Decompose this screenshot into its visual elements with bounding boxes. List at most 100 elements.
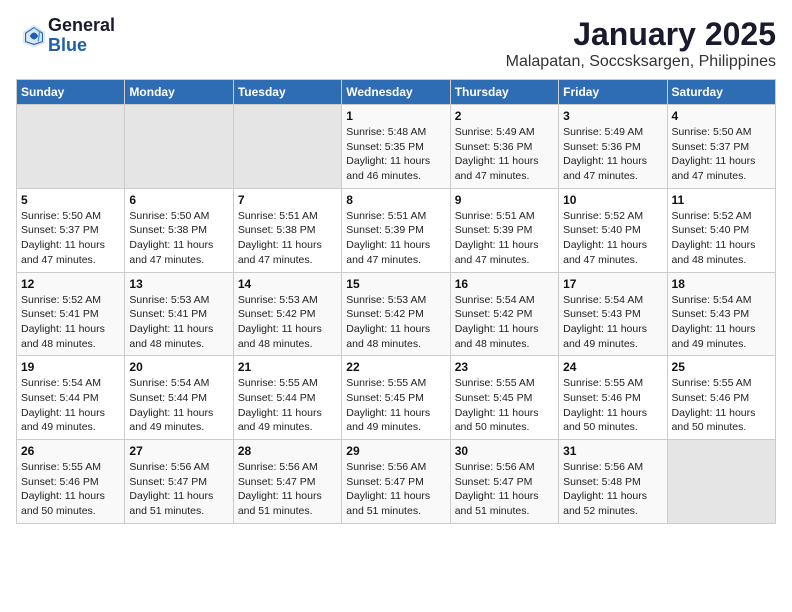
day-info: Sunrise: 5:54 AMSunset: 5:42 PMDaylight:… bbox=[455, 293, 554, 352]
calendar-header: SundayMondayTuesdayWednesdayThursdayFrid… bbox=[17, 80, 776, 105]
calendar-table: SundayMondayTuesdayWednesdayThursdayFrid… bbox=[16, 79, 776, 524]
header-cell-wednesday: Wednesday bbox=[342, 80, 450, 105]
day-number: 27 bbox=[129, 444, 228, 458]
day-info: Sunrise: 5:52 AMSunset: 5:41 PMDaylight:… bbox=[21, 293, 120, 352]
day-cell: 16 Sunrise: 5:54 AMSunset: 5:42 PMDayligh… bbox=[450, 272, 558, 356]
day-cell: 22 Sunrise: 5:55 AMSunset: 5:45 PMDayligh… bbox=[342, 356, 450, 440]
day-cell: 3 Sunrise: 5:49 AMSunset: 5:36 PMDaylight… bbox=[559, 105, 667, 189]
header-cell-friday: Friday bbox=[559, 80, 667, 105]
logo-text: General Blue bbox=[48, 16, 115, 56]
logo: General Blue bbox=[16, 16, 115, 56]
day-info: Sunrise: 5:55 AMSunset: 5:46 PMDaylight:… bbox=[21, 460, 120, 519]
day-cell: 28Sunrise: 5:56 AMSunset: 5:47 PMDayligh… bbox=[233, 440, 341, 524]
day-number: 21 bbox=[238, 360, 337, 374]
day-number: 18 bbox=[672, 277, 771, 291]
header-cell-thursday: Thursday bbox=[450, 80, 558, 105]
day-info: Sunrise: 5:52 AMSunset: 5:40 PMDaylight:… bbox=[563, 209, 662, 268]
day-cell: 9Sunrise: 5:51 AMSunset: 5:39 PMDaylight… bbox=[450, 188, 558, 272]
logo-general: General bbox=[48, 16, 115, 36]
day-number: 16 bbox=[455, 277, 554, 291]
day-info: Sunrise: 5:55 AMSunset: 5:45 PMDaylight:… bbox=[455, 376, 554, 435]
day-info: Sunrise: 5:56 AMSunset: 5:48 PMDaylight:… bbox=[563, 460, 662, 519]
day-number: 3 bbox=[563, 109, 662, 123]
day-cell: 24 Sunrise: 5:55 AMSunset: 5:46 PMDayligh… bbox=[559, 356, 667, 440]
day-cell: 13Sunrise: 5:53 AMSunset: 5:41 PMDayligh… bbox=[125, 272, 233, 356]
day-number: 4 bbox=[672, 109, 771, 123]
calendar-body: 1 Sunrise: 5:48 AMSunset: 5:35 PMDaylight… bbox=[17, 105, 776, 524]
week-row-5: 26 Sunrise: 5:55 AMSunset: 5:46 PMDayligh… bbox=[17, 440, 776, 524]
day-info: Sunrise: 5:55 AMSunset: 5:46 PMDaylight:… bbox=[672, 376, 771, 435]
day-info: Sunrise: 5:50 AMSunset: 5:37 PMDaylight:… bbox=[672, 125, 771, 184]
day-info: Sunrise: 5:55 AMSunset: 5:46 PMDaylight:… bbox=[563, 376, 662, 435]
day-cell bbox=[125, 105, 233, 189]
day-number: 12 bbox=[21, 277, 120, 291]
day-number: 1 bbox=[346, 109, 445, 123]
day-cell: 7 Sunrise: 5:51 AMSunset: 5:38 PMDaylight… bbox=[233, 188, 341, 272]
day-cell: 20 Sunrise: 5:54 AMSunset: 5:44 PMDayligh… bbox=[125, 356, 233, 440]
logo-icon bbox=[20, 22, 48, 50]
day-number: 30 bbox=[455, 444, 554, 458]
day-cell: 19Sunrise: 5:54 AMSunset: 5:44 PMDayligh… bbox=[17, 356, 125, 440]
day-info: Sunrise: 5:49 AMSunset: 5:36 PMDaylight:… bbox=[455, 125, 554, 184]
week-row-1: 1 Sunrise: 5:48 AMSunset: 5:35 PMDaylight… bbox=[17, 105, 776, 189]
day-cell: 11 Sunrise: 5:52 AMSunset: 5:40 PMDayligh… bbox=[667, 188, 775, 272]
week-row-4: 19 Sunrise: 5:54 AMSunset: 5:44 PMDayligh… bbox=[17, 356, 776, 440]
day-info: Sunrise: 5:54 AMSunset: 5:43 PMDaylight:… bbox=[672, 293, 771, 352]
day-info: Sunrise: 5:55 AMSunset: 5:44 PMDaylight:… bbox=[238, 376, 337, 435]
header-row: SundayMondayTuesdayWednesdayThursdayFrid… bbox=[17, 80, 776, 105]
day-number: 13 bbox=[129, 277, 228, 291]
day-number: 22 bbox=[346, 360, 445, 374]
day-number: 5 bbox=[21, 193, 120, 207]
day-number: 20 bbox=[129, 360, 228, 374]
day-number: 17 bbox=[563, 277, 662, 291]
logo-blue: Blue bbox=[48, 36, 115, 56]
calendar-title: January 2025 bbox=[506, 16, 776, 53]
day-number: 26 bbox=[21, 444, 120, 458]
day-number: 24 bbox=[563, 360, 662, 374]
day-info: Sunrise: 5:54 AMSunset: 5:44 PMDaylight:… bbox=[129, 376, 228, 435]
day-info: Sunrise: 5:51 AMSunset: 5:39 PMDaylight:… bbox=[455, 209, 554, 268]
day-info: Sunrise: 5:56 AMSunset: 5:47 PMDaylight:… bbox=[346, 460, 445, 519]
week-row-3: 12 Sunrise: 5:52 AMSunset: 5:41 PMDayligh… bbox=[17, 272, 776, 356]
header-cell-saturday: Saturday bbox=[667, 80, 775, 105]
day-number: 23 bbox=[455, 360, 554, 374]
day-info: Sunrise: 5:51 AMSunset: 5:38 PMDaylight:… bbox=[238, 209, 337, 268]
day-cell: 4 Sunrise: 5:50 AMSunset: 5:37 PMDaylight… bbox=[667, 105, 775, 189]
day-cell bbox=[17, 105, 125, 189]
day-number: 25 bbox=[672, 360, 771, 374]
day-number: 19 bbox=[21, 360, 120, 374]
day-info: Sunrise: 5:56 AMSunset: 5:47 PMDaylight:… bbox=[129, 460, 228, 519]
day-info: Sunrise: 5:55 AMSunset: 5:45 PMDaylight:… bbox=[346, 376, 445, 435]
day-cell: 2 Sunrise: 5:49 AMSunset: 5:36 PMDaylight… bbox=[450, 105, 558, 189]
day-info: Sunrise: 5:48 AMSunset: 5:35 PMDaylight:… bbox=[346, 125, 445, 184]
page-header: General Blue January 2025 Malapatan, Soc… bbox=[16, 16, 776, 71]
day-info: Sunrise: 5:50 AMSunset: 5:38 PMDaylight:… bbox=[129, 209, 228, 268]
day-cell: 18 Sunrise: 5:54 AMSunset: 5:43 PMDayligh… bbox=[667, 272, 775, 356]
day-cell: 29 Sunrise: 5:56 AMSunset: 5:47 PMDayligh… bbox=[342, 440, 450, 524]
day-number: 2 bbox=[455, 109, 554, 123]
day-info: Sunrise: 5:52 AMSunset: 5:40 PMDaylight:… bbox=[672, 209, 771, 268]
day-cell: 12 Sunrise: 5:52 AMSunset: 5:41 PMDayligh… bbox=[17, 272, 125, 356]
day-cell: 27 Sunrise: 5:56 AMSunset: 5:47 PMDayligh… bbox=[125, 440, 233, 524]
week-row-2: 5Sunrise: 5:50 AMSunset: 5:37 PMDaylight… bbox=[17, 188, 776, 272]
day-number: 7 bbox=[238, 193, 337, 207]
day-cell: 10 Sunrise: 5:52 AMSunset: 5:40 PMDayligh… bbox=[559, 188, 667, 272]
day-info: Sunrise: 5:51 AMSunset: 5:39 PMDaylight:… bbox=[346, 209, 445, 268]
day-cell bbox=[667, 440, 775, 524]
day-cell: 8Sunrise: 5:51 AMSunset: 5:39 PMDaylight… bbox=[342, 188, 450, 272]
day-info: Sunrise: 5:53 AMSunset: 5:42 PMDaylight:… bbox=[346, 293, 445, 352]
day-number: 29 bbox=[346, 444, 445, 458]
day-number: 14 bbox=[238, 277, 337, 291]
calendar-subtitle: Malapatan, Soccsksargen, Philippines bbox=[506, 53, 776, 71]
day-cell: 5Sunrise: 5:50 AMSunset: 5:37 PMDaylight… bbox=[17, 188, 125, 272]
day-number: 10 bbox=[563, 193, 662, 207]
day-cell: 25 Sunrise: 5:55 AMSunset: 5:46 PMDayligh… bbox=[667, 356, 775, 440]
day-number: 11 bbox=[672, 193, 771, 207]
day-cell: 1 Sunrise: 5:48 AMSunset: 5:35 PMDaylight… bbox=[342, 105, 450, 189]
day-number: 15 bbox=[346, 277, 445, 291]
day-info: Sunrise: 5:53 AMSunset: 5:42 PMDaylight:… bbox=[238, 293, 337, 352]
day-info: Sunrise: 5:49 AMSunset: 5:36 PMDaylight:… bbox=[563, 125, 662, 184]
day-number: 6 bbox=[129, 193, 228, 207]
day-cell: 15 Sunrise: 5:53 AMSunset: 5:42 PMDayligh… bbox=[342, 272, 450, 356]
day-cell: 17Sunrise: 5:54 AMSunset: 5:43 PMDayligh… bbox=[559, 272, 667, 356]
